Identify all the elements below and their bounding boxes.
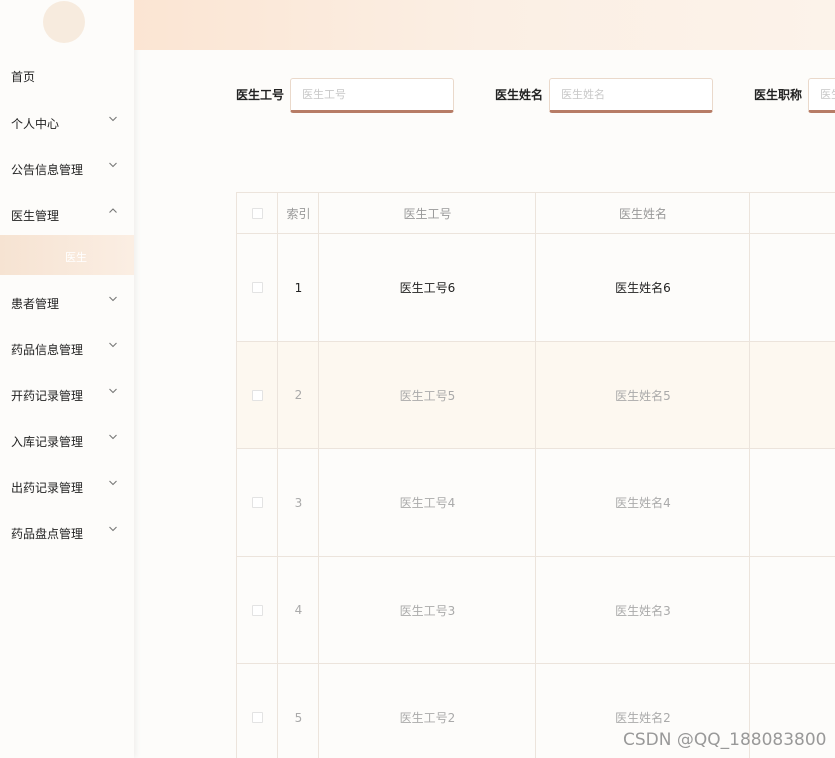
row-checkbox[interactable] [252,712,263,723]
row-index: 2 [294,388,303,402]
sidebar-item-label: 药品盘点管理 [11,527,84,541]
chevron-down-icon [108,294,118,304]
row-doctor-id: 医生工号3 [399,603,456,618]
sidebar-item-label: 首页 [11,70,36,84]
watermark: CSDN @QQ_188083800 [623,730,827,750]
table-row[interactable]: 1 医生工号6 医生姓名6 [237,234,835,342]
doctor-title-label: 医生职称 [754,88,803,102]
sidebar-item-label: 开药记录管理 [11,389,84,403]
doctor-id-label: 医生工号 [236,88,285,102]
table-header-row: 索引 医生工号 医生姓名 [237,193,835,234]
row-checkbox[interactable] [252,282,263,293]
sidebar-item-drug-info[interactable]: 药品信息管理 [0,328,134,368]
chevron-down-icon [108,478,118,488]
sidebar-item-patient-management[interactable]: 患者管理 [0,282,134,322]
doctor-title-input-wrapper [808,78,835,113]
doctor-name-input-wrapper [549,78,713,113]
row-doctor-id: 医生工号4 [399,496,456,510]
column-divider [535,193,536,758]
row-index: 4 [294,603,303,617]
table-row[interactable]: 4 医生工号3 医生姓名3 [237,557,835,664]
chevron-down-icon [108,432,118,442]
sidebar-item-label: 公告信息管理 [11,163,84,177]
row-checkbox[interactable] [252,497,263,508]
doctor-id-input[interactable] [291,79,453,110]
row-checkbox-cell [237,664,278,758]
doctor-name-input[interactable] [550,79,712,110]
doctor-table: 索引 医生工号 医生姓名 1 医生工号6 医生姓名6 2 医生工号5 医生姓名5… [236,192,835,758]
sidebar-item-stock-in-records[interactable]: 入库记录管理 [0,420,134,460]
sidebar-item-label: 出药记录管理 [11,481,84,495]
chevron-down-icon [108,524,118,534]
sidebar-item-home[interactable]: 首页 [0,56,134,96]
row-index: 5 [294,710,303,725]
row-checkbox[interactable] [252,604,263,616]
sidebar-item-inventory-check[interactable]: 药品盘点管理 [0,512,134,552]
sidebar-item-label: 医生管理 [11,209,60,223]
row-doctor-id: 医生工号2 [399,711,456,725]
doctor-name-label: 医生姓名 [495,88,544,102]
column-divider [749,193,750,758]
row-index: 3 [294,495,303,510]
row-checkbox-cell [237,342,278,448]
sidebar-item-doctor-management[interactable]: 医生管理 [0,194,134,234]
chevron-down-icon [108,386,118,396]
sidebar-item-label: 入库记录管理 [11,435,84,449]
row-checkbox-cell [237,449,278,556]
sidebar-subitem-doctor[interactable]: 医生 [0,235,134,275]
row-doctor-id: 医生工号6 [399,281,456,295]
chevron-down-icon [108,160,118,170]
row-checkbox[interactable] [252,389,263,401]
sidebar-item-prescription-records[interactable]: 开药记录管理 [0,374,134,414]
row-checkbox-cell [237,234,278,341]
chevron-down-icon [108,340,118,350]
doctor-id-input-wrapper [290,78,454,113]
table-row[interactable]: 3 医生工号4 医生姓名4 [237,449,835,557]
table-row[interactable]: 2 医生工号5 医生姓名5 [237,342,835,449]
sidebar-item-personal-center[interactable]: 个人中心 [0,102,134,142]
header-doctor-id[interactable]: 医生工号 [319,193,536,233]
chevron-down-icon [108,114,118,124]
row-checkbox-cell [237,557,278,663]
doctor-title-input[interactable] [809,79,835,110]
column-divider [277,193,278,758]
sidebar-item-dispense-records[interactable]: 出药记录管理 [0,466,134,506]
top-bar [134,0,835,50]
sidebar: 首页 个人中心 公告信息管理 医生管理 医生 患者管理 药品信息管理 开药记录管… [0,0,134,758]
header-doctor-name[interactable]: 医生姓名 [536,193,750,233]
sidebar-item-label: 个人中心 [11,117,60,131]
sidebar-item-announcements[interactable]: 公告信息管理 [0,148,134,188]
row-doctor-name: 医生姓名4 [615,496,671,510]
select-all-cell [237,193,278,233]
select-all-checkbox[interactable] [252,207,263,219]
sidebar-subitem-label: 医生 [65,251,87,264]
chevron-up-icon [108,206,118,216]
sidebar-item-label: 药品信息管理 [11,343,84,357]
sidebar-item-label: 患者管理 [11,297,60,311]
avatar[interactable] [43,1,85,43]
row-doctor-name: 医生姓名6 [615,281,671,295]
row-doctor-name: 医生姓名3 [615,603,671,618]
column-divider [318,193,319,758]
header-index[interactable]: 索引 [278,193,319,233]
row-doctor-id: 医生工号5 [399,388,456,403]
row-doctor-name: 医生姓名5 [615,388,671,403]
row-index: 1 [294,280,303,295]
